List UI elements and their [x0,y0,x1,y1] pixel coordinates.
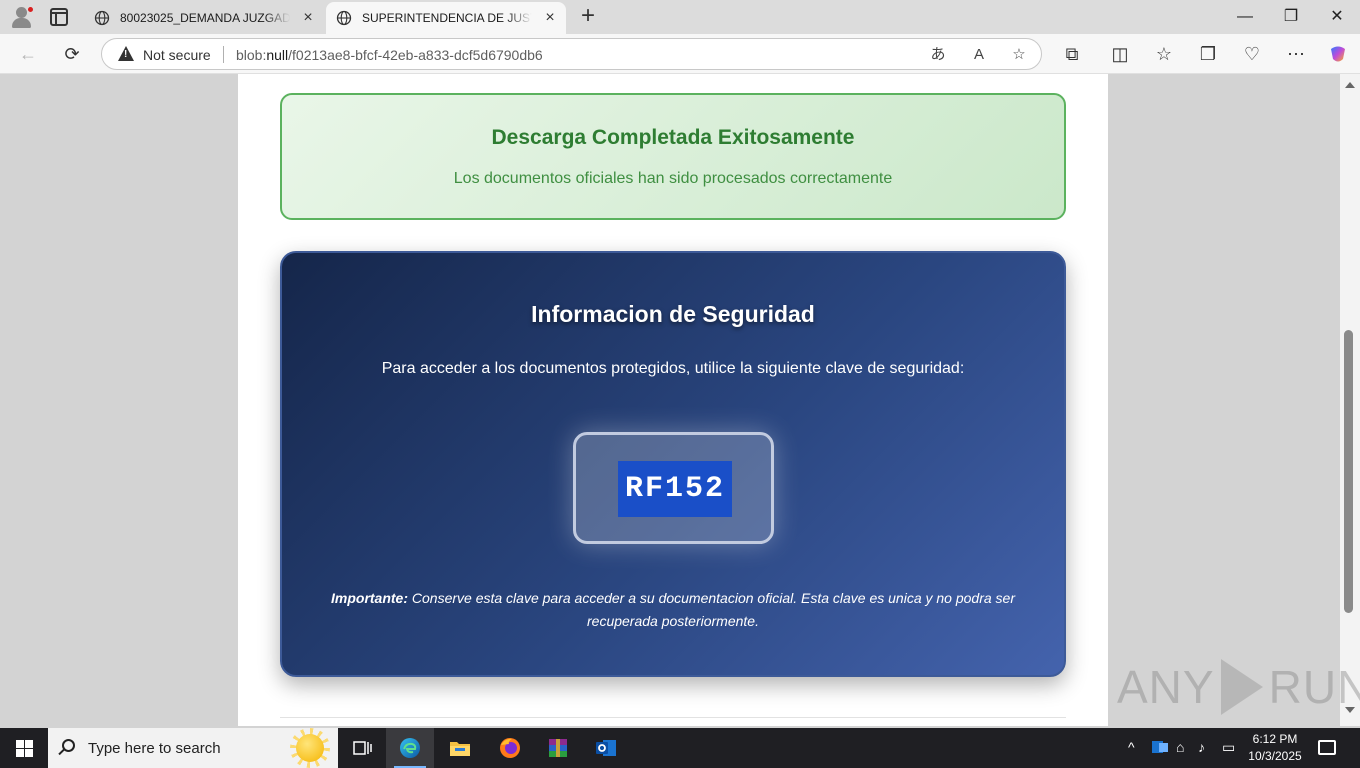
security-instruction: Para acceder a los documentos protegidos… [381,360,965,377]
collections-icon[interactable]: ❐ [1196,42,1220,66]
tab-superintendencia[interactable]: SUPERINTENDENCIA DE JUSTICIA × [326,2,566,34]
browser-toolbar: ← ⟳ Not secure blob:null/f0213ae8-bfcf-4… [0,34,1360,74]
divider [280,717,1066,718]
page-viewport: Descarga Completada Exitosamente Los doc… [0,74,1340,726]
task-view-icon[interactable] [338,728,386,768]
extensions-icon[interactable]: ⧉ [1060,42,1084,66]
display-icon[interactable]: ▭ [1222,739,1235,756]
taskbar-search[interactable]: Type here to search [48,728,338,768]
globe-icon [94,10,110,26]
globe-icon [336,10,352,26]
tab-title: SUPERINTENDENCIA DE JUSTICIA [362,11,532,25]
more-menu-icon[interactable]: ⋯ [1284,42,1308,66]
security-key[interactable]: RF152 [618,461,732,517]
security-key-box: RF152 [573,432,774,544]
tab-demanda[interactable]: 80023025_DEMANDA JUZGADO CIVIL × [84,2,324,34]
clock-date: 10/3/2025 [1248,749,1302,763]
translate-icon[interactable]: あ [927,44,949,66]
restore-button[interactable]: ❐ [1280,6,1302,28]
success-banner: Descarga Completada Exitosamente Los doc… [280,93,1066,220]
anyrun-watermark: ANY RUN [1117,659,1360,715]
search-placeholder: Type here to search [88,740,221,757]
split-screen-icon[interactable]: ◫ [1108,42,1132,66]
show-hidden-icons-icon[interactable]: ^ [1128,739,1135,755]
success-message: Los documentos oficiales han sido proces… [453,170,893,187]
outlook-tray-icon[interactable] [1152,739,1168,758]
minimize-button[interactable]: — [1234,6,1256,28]
outlook-icon[interactable] [582,728,630,768]
network-icon[interactable]: ⌂ [1176,739,1184,755]
url-text[interactable]: blob:null/f0213ae8-bfcf-42eb-a833-dcf5d6… [236,47,543,63]
file-explorer-icon[interactable] [436,728,484,768]
note-text: Conserve esta clave para acceder a su do… [408,590,1015,629]
warning-icon[interactable] [118,46,134,61]
taskbar-clock[interactable]: 6:12 PM 10/3/2025 [1240,731,1310,765]
close-tab-icon[interactable]: × [300,10,316,26]
tab-strip: 80023025_DEMANDA JUZGADO CIVIL × SUPERIN… [0,0,1360,34]
security-title: Informacion de Seguridad [531,301,815,327]
close-tab-icon[interactable]: × [542,10,558,26]
address-bar[interactable]: Not secure blob:null/f0213ae8-bfcf-42eb-… [101,38,1042,70]
play-icon [1220,659,1263,715]
scroll-up-arrow-icon[interactable] [1345,82,1355,88]
search-icon [62,739,75,752]
taskbar: Type here to search ^ ⌂ ♪ ▭ 6:12 PM 10/3… [0,728,1360,768]
winrar-icon[interactable] [534,728,582,768]
tab-title: 80023025_DEMANDA JUZGADO CIVIL [120,11,290,25]
browser-essentials-icon[interactable]: ♡ [1240,42,1264,66]
weather-sun-icon[interactable] [282,728,338,768]
vertical-scrollbar[interactable] [1340,74,1360,726]
clock-time: 6:12 PM [1252,732,1298,746]
divider [223,46,224,63]
volume-icon[interactable]: ♪ [1198,739,1205,755]
firefox-icon[interactable] [486,728,534,768]
notifications-icon[interactable] [1318,740,1336,755]
edge-browser-icon[interactable] [386,728,434,768]
favorite-star-icon[interactable]: ☆ [1008,44,1030,66]
success-title: Descarga Completada Exitosamente [491,126,855,149]
read-aloud-icon[interactable]: A [968,44,990,66]
security-label[interactable]: Not secure [143,47,211,63]
windows-start-icon[interactable] [16,740,33,757]
close-window-button[interactable]: ✕ [1326,6,1348,28]
note-label: Importante: [331,590,408,606]
security-note: Importante: Conserve esta clave para acc… [322,587,1024,633]
security-panel: Informacion de Seguridad Para acceder a … [280,251,1066,677]
copilot-icon[interactable] [1326,42,1350,66]
new-tab-button[interactable]: + [577,4,599,28]
page-content: Descarga Completada Exitosamente Los doc… [238,74,1108,726]
refresh-icon[interactable]: ⟳ [60,42,84,66]
favorites-icon[interactable]: ☆ [1152,42,1176,66]
tab-actions-icon[interactable] [50,8,68,26]
scrollbar-thumb[interactable] [1344,330,1353,613]
back-arrow-icon[interactable]: ← [16,42,40,66]
profile-icon[interactable] [10,6,34,28]
